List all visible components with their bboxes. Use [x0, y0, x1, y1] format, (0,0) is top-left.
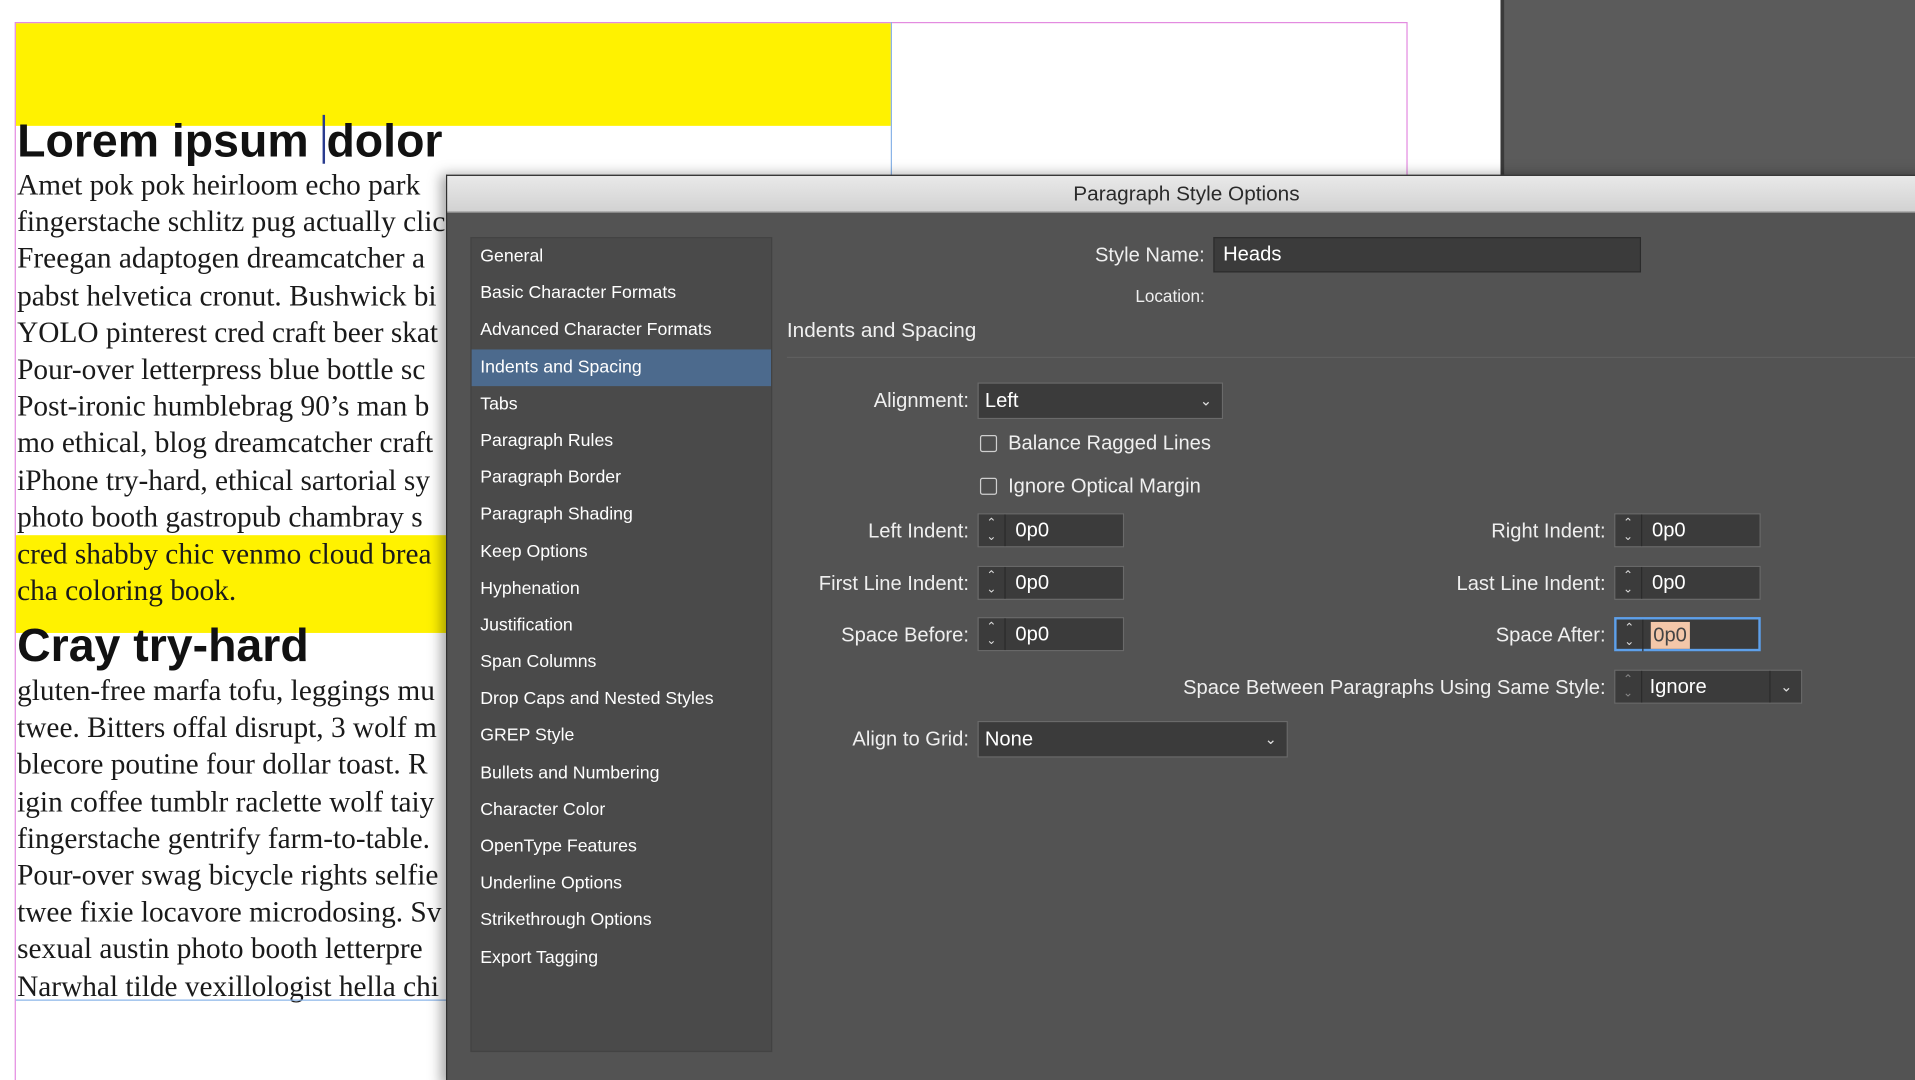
last-line-indent-stepper[interactable]: ⌃ ⌄ 0p0 [1614, 565, 1761, 600]
left-indent-label: Left Indent: [868, 520, 969, 543]
align-to-grid-value: None [984, 728, 1034, 751]
space-after-value[interactable]: 0p0 [1650, 621, 1690, 649]
style-name-label: Style Name: [1094, 244, 1205, 267]
chevron-down-icon[interactable]: ⌄ [1769, 670, 1802, 703]
body-line: photo booth gastropub chambray s [17, 501, 423, 534]
right-indent-label: Right Indent: [1491, 520, 1606, 543]
body-line: Post-ironic humblebrag 90’s man b [17, 391, 430, 424]
first-line-indent-value[interactable]: 0p0 [1015, 567, 1049, 600]
stepper-arrows-icon: ⌃ ⌄ [1615, 670, 1643, 703]
category-paragraph-shading[interactable]: Paragraph Shading [472, 496, 771, 533]
category-underline-options[interactable]: Underline Options [472, 865, 771, 902]
category-strikethrough-options[interactable]: Strikethrough Options [472, 902, 771, 939]
stepper-arrows-icon[interactable]: ⌃ ⌄ [979, 566, 1006, 599]
category-opentype-features[interactable]: OpenType Features [472, 828, 771, 865]
body-line: pabst helvetica cronut. Bushwick bi [17, 280, 437, 313]
category-justification[interactable]: Justification [472, 607, 771, 644]
first-line-indent-label: First Line Indent: [818, 573, 969, 596]
space-between-dropdown[interactable]: ⌃ ⌄ Ignore ⌄ [1614, 669, 1803, 704]
category-drop-caps-nested-styles[interactable]: Drop Caps and Nested Styles [472, 681, 771, 718]
space-before-value[interactable]: 0p0 [1015, 618, 1049, 651]
category-advanced-character-formats[interactable]: Advanced Character Formats [472, 312, 771, 349]
space-between-label: Space Between Paragraphs Using Same Styl… [1183, 676, 1606, 699]
body-line: gluten-free marfa tofu, leggings mu [17, 675, 435, 708]
document-heading-1[interactable]: Lorem ipsum dolor [17, 114, 443, 169]
stepper-arrows-icon[interactable]: ⌃ ⌄ [1617, 619, 1644, 652]
space-after-label: Space After: [1495, 624, 1606, 647]
category-keep-options[interactable]: Keep Options [472, 533, 771, 570]
body-line: twee. Bitters offal disrupt, 3 wolf m [17, 712, 437, 745]
body-line: blecore poutine four dollar toast. R [17, 749, 428, 782]
column-guide [890, 21, 892, 181]
align-to-grid-dropdown[interactable]: None ⌄ [977, 720, 1288, 758]
category-tabs[interactable]: Tabs [472, 386, 771, 423]
ignore-optical-margin-label[interactable]: Ignore Optical Margin [1008, 475, 1201, 498]
last-line-indent-value[interactable]: 0p0 [1652, 567, 1686, 600]
balance-ragged-lines-label[interactable]: Balance Ragged Lines [1008, 433, 1211, 456]
category-indents-and-spacing[interactable]: Indents and Spacing [471, 348, 772, 386]
ignore-optical-margin-checkbox[interactable] [979, 477, 998, 495]
space-before-label: Space Before: [841, 624, 969, 647]
style-name-field[interactable]: Heads [1213, 237, 1642, 273]
alignment-label: Alignment: [873, 389, 969, 412]
category-paragraph-border[interactable]: Paragraph Border [472, 460, 771, 497]
space-after-stepper[interactable]: ⌃ ⌄ 0p0 [1614, 617, 1761, 652]
space-between-value: Ignore [1649, 675, 1707, 698]
last-line-indent-label: Last Line Indent: [1456, 573, 1606, 596]
category-bullets-numbering[interactable]: Bullets and Numbering [472, 755, 771, 792]
document-heading-2[interactable]: Cray try-hard [17, 621, 309, 674]
location-label: Location: [1135, 285, 1205, 306]
paragraph-style-options-dialog: Paragraph Style Options General Basic Ch… [445, 174, 1915, 1080]
category-export-tagging[interactable]: Export Tagging [472, 939, 771, 976]
category-character-color[interactable]: Character Color [472, 792, 771, 829]
body-line: igin coffee tumblr raclette wolf taiy [17, 786, 435, 819]
section-divider [786, 356, 1915, 359]
category-general[interactable]: General [472, 238, 771, 275]
alignment-dropdown[interactable]: Left ⌄ [977, 382, 1224, 420]
category-span-columns[interactable]: Span Columns [472, 644, 771, 681]
category-grep-style[interactable]: GREP Style [472, 718, 771, 755]
body-line: Pour-over letterpress blue bottle sc [17, 354, 426, 387]
category-basic-character-formats[interactable]: Basic Character Formats [472, 275, 771, 312]
left-indent-value[interactable]: 0p0 [1015, 514, 1049, 547]
category-list[interactable]: General Basic Character Formats Advanced… [470, 237, 773, 1053]
heading1-text-b: dolor [326, 116, 443, 168]
body-line: cred shabby chic venmo cloud brea [17, 538, 432, 571]
right-indent-value[interactable]: 0p0 [1652, 514, 1686, 547]
body-line: iPhone try-hard, ethical sartorial sy [17, 465, 430, 497]
stepper-arrows-icon[interactable]: ⌃ ⌄ [979, 618, 1006, 651]
body-line: Freegan adaptogen dreamcatcher a [17, 243, 425, 276]
balance-ragged-lines-checkbox[interactable] [979, 434, 998, 453]
stepper-arrows-icon[interactable]: ⌃ ⌄ [979, 514, 1006, 547]
alignment-value: Left [984, 389, 1019, 412]
body-line: Amet pok pok heirloom echo park [17, 169, 421, 202]
dialog-title[interactable]: Paragraph Style Options [447, 175, 1915, 213]
chevron-down-icon: ⌄ [1264, 730, 1277, 748]
heading1-text-a: Lorem ipsum [17, 116, 322, 168]
body-line: mo ethical, blog dreamcatcher craft [17, 428, 434, 460]
stepper-arrows-icon[interactable]: ⌃ ⌄ [1615, 514, 1643, 547]
baseline-guide [15, 999, 456, 1001]
category-hyphenation[interactable]: Hyphenation [472, 570, 771, 607]
section-title: Indents and Spacing [786, 318, 977, 343]
body-line: cha coloring book. [17, 575, 237, 608]
body-line: Pour-over swag bicycle rights selfie [17, 860, 439, 893]
body-line: fingerstache schlitz pug actually clic [17, 206, 446, 239]
right-indent-stepper[interactable]: ⌃ ⌄ 0p0 [1614, 513, 1761, 548]
document-body-2[interactable]: gluten-free marfa tofu, leggings mu twee… [17, 673, 441, 1005]
left-indent-stepper[interactable]: ⌃ ⌄ 0p0 [977, 513, 1125, 548]
stepper-arrows-icon[interactable]: ⌃ ⌄ [1615, 566, 1643, 599]
body-line: twee fixie locavore microdosing. Sv [17, 897, 442, 929]
first-line-indent-stepper[interactable]: ⌃ ⌄ 0p0 [977, 565, 1125, 600]
document-body-1[interactable]: Amet pok pok heirloom echo park fingerst… [17, 167, 445, 610]
body-line: sexual austin photo booth letterpre [17, 934, 423, 966]
align-to-grid-label: Align to Grid: [852, 728, 969, 751]
body-line: fingerstache gentrify farm-to-table. [17, 823, 430, 856]
text-caret [322, 114, 326, 164]
chevron-down-icon: ⌄ [1199, 392, 1213, 410]
space-before-stepper[interactable]: ⌃ ⌄ 0p0 [977, 617, 1125, 652]
category-paragraph-rules[interactable]: Paragraph Rules [472, 423, 771, 460]
body-line: YOLO pinterest cred craft beer skat [17, 317, 439, 350]
